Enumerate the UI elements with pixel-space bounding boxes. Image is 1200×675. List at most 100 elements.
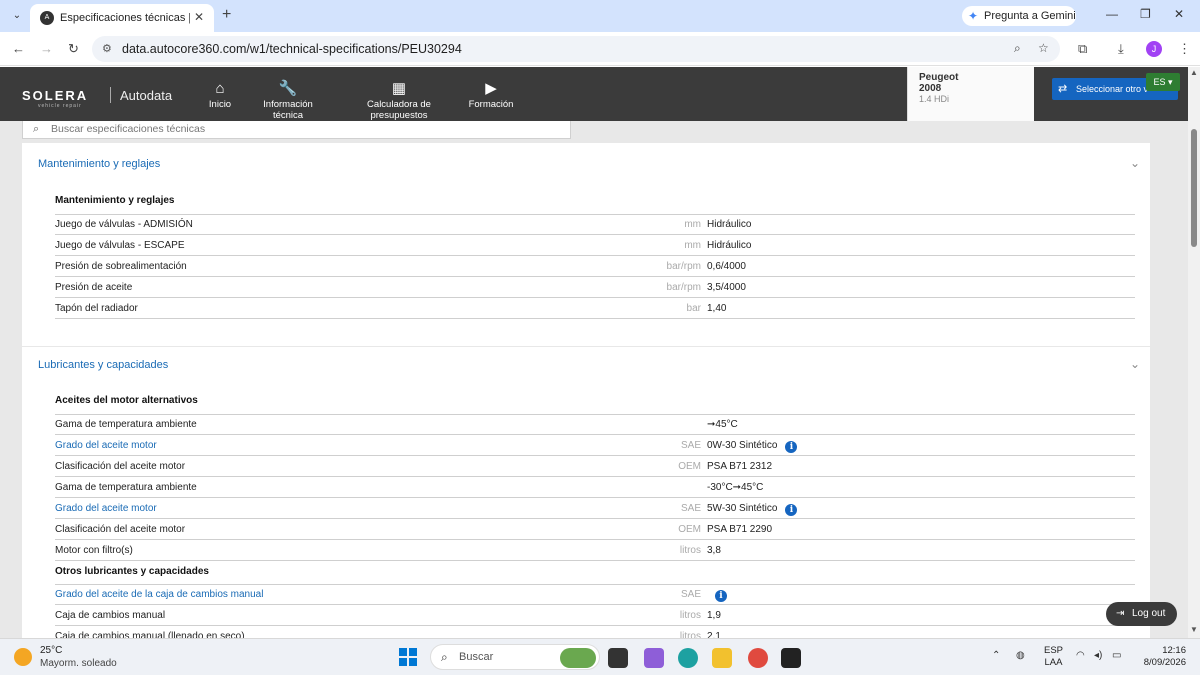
- scroll-thumb[interactable]: [1191, 129, 1197, 247]
- spec-unit: bar: [686, 303, 701, 314]
- search-placeholder: Buscar especificaciones técnicas: [51, 123, 206, 135]
- weather-temperature[interactable]: 25°C: [40, 645, 62, 656]
- chevron-down-icon[interactable]: ⌄: [1130, 156, 1140, 170]
- spec-row: Motor con filtro(s) litros 3,8: [55, 540, 1135, 561]
- copilot-icon[interactable]: [644, 648, 664, 668]
- language-selector[interactable]: ES ▾: [1146, 73, 1180, 91]
- spec-row: Caja de cambios manual litros 1,9: [55, 605, 1135, 626]
- gemini-button[interactable]: ✦ Pregunta a Gemini: [962, 6, 1076, 26]
- spec-search-input[interactable]: ⌕ Buscar especificaciones técnicas: [22, 121, 571, 139]
- spec-value-text: 0W-30 Sintético: [707, 440, 778, 451]
- volume-icon[interactable]: ◂): [1094, 650, 1102, 661]
- home-icon: ⌂: [215, 80, 225, 97]
- tray-chevron-icon[interactable]: ⌃: [992, 650, 1000, 661]
- spec-value: 2,1: [707, 631, 721, 638]
- nav-calculadora[interactable]: ▦ Calculadora de presupuestos: [340, 79, 458, 121]
- spec-value: 1,9: [707, 610, 721, 621]
- spec-label: Presión de sobrealimentación: [55, 261, 187, 272]
- bookmark-star-icon[interactable]: ☆: [1038, 41, 1049, 55]
- system-clock[interactable]: 12:16 8/09/2026: [1126, 645, 1186, 669]
- section-title-maintenance[interactable]: Mantenimiento y reglajes: [38, 158, 160, 170]
- file-explorer-icon[interactable]: [712, 648, 732, 668]
- spec-value-text: 5W-30 Sintético: [707, 503, 778, 514]
- back-icon[interactable]: ←: [12, 41, 25, 56]
- spec-value-text: PSA B71 2312: [707, 461, 773, 472]
- maintenance-panel: Mantenimiento y reglajes ⌄ Mantenimiento…: [22, 143, 1150, 346]
- search-icon: ⌕: [33, 123, 40, 135]
- nav-inicio[interactable]: ⌂ Inicio: [205, 79, 235, 110]
- vehicle-engine: 1.4 HDi: [919, 94, 950, 104]
- zoom-icon[interactable]: ⌕: [1014, 41, 1021, 56]
- minimize-icon[interactable]: —: [1106, 7, 1118, 21]
- language-label: ES: [1153, 77, 1166, 87]
- url-text[interactable]: data.autocore360.com/w1/technical-specif…: [122, 42, 462, 56]
- wifi-icon[interactable]: ◠: [1076, 650, 1085, 661]
- new-tab-icon[interactable]: +: [222, 6, 231, 24]
- spec-value-text: ➞45°C: [707, 419, 738, 430]
- spec-unit: bar/rpm: [666, 282, 701, 293]
- lang-bottom: LAA: [1044, 657, 1063, 668]
- spec-label[interactable]: Grado del aceite de la caja de cambios m…: [55, 589, 263, 600]
- spec-unit: SAE: [680, 503, 701, 514]
- spec-unit: mm: [684, 219, 701, 230]
- browser-tab[interactable]: A Especificaciones técnicas | Auto ✕: [30, 4, 214, 32]
- page-scrollbar[interactable]: ▲ ▼: [1188, 67, 1200, 638]
- info-icon[interactable]: i: [715, 590, 727, 602]
- spec-value-text: 3,5/4000: [707, 282, 746, 293]
- windows-start-icon[interactable]: [399, 648, 417, 666]
- close-window-icon[interactable]: ✕: [1174, 7, 1184, 21]
- site-info-icon[interactable]: ⚙: [102, 42, 112, 55]
- spec-label: Caja de cambios manual: [55, 610, 166, 621]
- spec-unit: SAE: [680, 589, 701, 600]
- forward-icon[interactable]: →: [40, 41, 53, 56]
- nav-formacion[interactable]: ▶ Formación: [468, 79, 514, 110]
- play-icon: ▶: [485, 80, 497, 97]
- close-tab-icon[interactable]: ✕: [194, 10, 204, 24]
- calculator-icon: ▦: [391, 80, 407, 97]
- group-title: Aceites del motor alternativos: [55, 395, 198, 406]
- task-view-icon[interactable]: [608, 648, 628, 668]
- browser-menu-icon[interactable]: ⋮: [1178, 41, 1191, 57]
- tray-app-icon[interactable]: ◍: [1016, 650, 1025, 661]
- group-title: Otros lubricantes y capacidades: [55, 566, 209, 577]
- battery-icon[interactable]: ▭: [1112, 650, 1121, 661]
- nav-label: Inicio: [208, 99, 232, 110]
- download-icon[interactable]: ⤓: [1118, 41, 1124, 57]
- spec-value: 0,6/4000: [707, 261, 746, 272]
- info-icon[interactable]: i: [785, 441, 798, 453]
- extensions-icon[interactable]: ⧉: [1078, 41, 1087, 57]
- solera-logo[interactable]: SOLERA: [22, 88, 88, 103]
- nav-informacion-tecnica[interactable]: 🔧 Información técnica: [247, 79, 329, 121]
- spec-unit: bar/rpm: [666, 261, 701, 272]
- chevron-down-icon[interactable]: ⌄: [1130, 357, 1140, 371]
- widgets-icon[interactable]: [560, 648, 596, 668]
- tab-search-chevron-icon[interactable]: ⌄: [8, 7, 26, 25]
- scroll-down-icon[interactable]: ▼: [1190, 625, 1198, 634]
- chrome-icon[interactable]: [748, 648, 768, 668]
- input-language[interactable]: ESP LAA: [1044, 645, 1063, 669]
- logout-icon: ⇥: [1116, 608, 1125, 619]
- reload-icon[interactable]: ↻: [68, 41, 79, 57]
- weather-sun-icon[interactable]: [14, 648, 32, 666]
- omnibox[interactable]: ⚙ data.autocore360.com/w1/technical-spec…: [92, 36, 1060, 62]
- app-icon[interactable]: [781, 648, 801, 668]
- browser-tab-strip: ⌄ A Especificaciones técnicas | Auto ✕ +…: [0, 0, 1200, 32]
- restore-icon[interactable]: ❐: [1140, 7, 1151, 21]
- section-title-lubricants[interactable]: Lubricantes y capacidades: [38, 359, 168, 371]
- search-strip: ⌕ Buscar especificaciones técnicas: [0, 121, 1188, 143]
- spec-row: Juego de válvulas - ADMISIÓN mm Hidráulico: [55, 214, 1135, 235]
- info-icon[interactable]: i: [785, 504, 798, 516]
- spec-value-text: Hidráulico: [707, 240, 752, 251]
- spec-label[interactable]: Grado del aceite motor: [55, 440, 157, 451]
- weather-description[interactable]: Mayorm. soleado: [40, 658, 117, 669]
- profile-avatar[interactable]: J: [1146, 41, 1162, 57]
- edge-icon[interactable]: [678, 648, 698, 668]
- spec-value: -30°C➞45°C: [707, 482, 763, 493]
- logout-button[interactable]: ⇥ Log out: [1106, 602, 1177, 626]
- vehicle-info[interactable]: Peugeot 2008 1.4 HDi: [907, 67, 1034, 121]
- spec-value: PSA B71 2312: [707, 461, 772, 472]
- spec-label[interactable]: Grado del aceite motor: [55, 503, 157, 514]
- spec-row: Grado del aceite de la caja de cambios m…: [55, 584, 1135, 605]
- scroll-up-icon[interactable]: ▲: [1190, 68, 1198, 77]
- spec-value: 1,40: [707, 303, 726, 314]
